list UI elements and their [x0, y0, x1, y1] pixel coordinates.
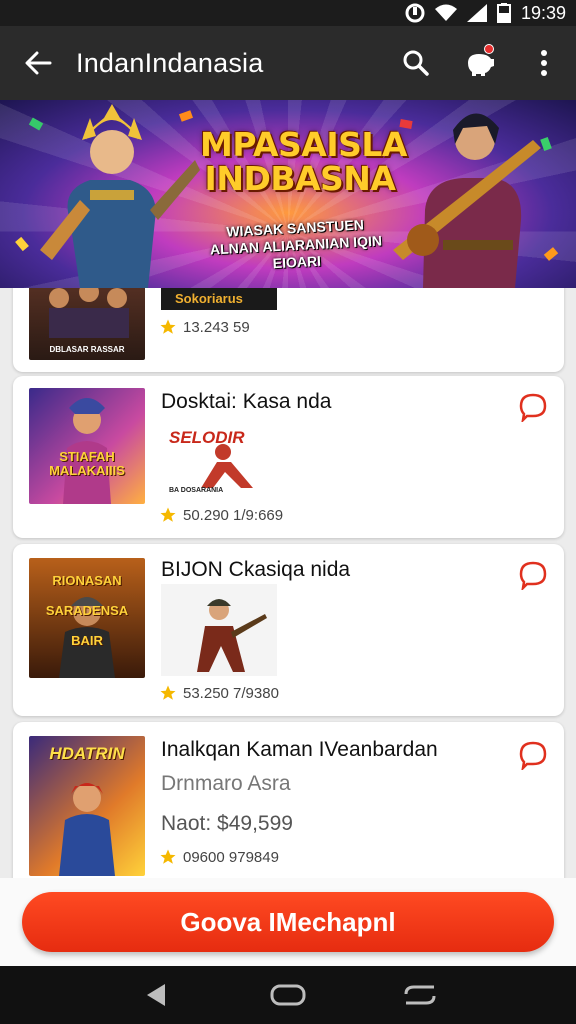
more-vert-icon — [541, 50, 547, 76]
chat-bubble-icon[interactable] — [518, 560, 548, 590]
star-icon — [160, 507, 176, 522]
list-item[interactable]: STIAFAH MALAKAIIIS Dosktai: Kasa nda SEL… — [13, 376, 564, 538]
list-item[interactable]: HDATRIN Inalkqan Kaman IVeanbardan Drnma… — [13, 722, 564, 878]
signal-icon — [466, 4, 487, 22]
banner-tagline: WIASAK SANSTUEN ALNAN ALIARANIAN IQIN EI… — [209, 216, 383, 272]
chat-bubble-icon[interactable] — [518, 740, 548, 770]
primary-cta-button[interactable]: Goova IMechapnl — [22, 892, 554, 952]
thumbnail-art — [63, 398, 111, 504]
list-item[interactable]: DBLASAR RASSAR Sokoriarus 13.243 59 — [13, 288, 564, 372]
nav-back-button[interactable] — [126, 966, 186, 1024]
data-saver-icon — [405, 3, 425, 23]
more-options-button[interactable] — [512, 26, 576, 100]
rating-text: 53.250 7/9380 — [183, 684, 279, 702]
back-arrow-icon — [25, 51, 52, 75]
product-price: Naot: $49,599 — [161, 812, 293, 835]
product-thumbnail[interactable]: RIONASAN SARADENSA BAIR — [29, 558, 145, 678]
product-rating: 09600 979849 — [159, 848, 279, 866]
product-title[interactable]: Inalkqan Kaman IVeanbardan — [161, 738, 438, 762]
chat-bubble-icon[interactable] — [518, 392, 548, 422]
thumbnail-caption: DBLASAR RASSAR — [49, 345, 125, 354]
thumbnail-caption: STIAFAH MALAKAIIIS — [49, 449, 125, 478]
thumbnail-caption: RIONASAN SARADENSA BAIR — [45, 573, 129, 648]
banner-headline: MPASAISLA INDBASNA — [200, 125, 407, 198]
product-thumbnail[interactable]: DBLASAR RASSAR — [29, 288, 145, 360]
search-icon — [403, 50, 429, 76]
savings-button[interactable] — [448, 26, 512, 100]
product-rating: 13.243 59 — [159, 318, 250, 336]
banner-hero-warrior — [40, 104, 200, 288]
nav-recents-icon — [404, 985, 436, 1005]
product-title[interactable]: BIJON Ckasiqa nida — [161, 558, 350, 582]
product-title[interactable]: Dosktai: Kasa nda — [161, 390, 331, 414]
star-icon — [160, 685, 176, 700]
star-icon — [160, 849, 176, 864]
product-thumbnail[interactable]: HDATRIN — [29, 736, 145, 876]
nav-back-icon — [147, 984, 165, 1006]
nav-recents-button[interactable] — [390, 966, 450, 1024]
product-rating: 53.250 7/9380 — [159, 684, 279, 702]
preview-art — [161, 584, 277, 676]
app-bar: IndanIndanasia — [0, 26, 576, 100]
search-button[interactable] — [384, 26, 448, 100]
nav-home-button[interactable] — [258, 966, 318, 1024]
nav-home-icon — [270, 984, 306, 1006]
rating-text: 09600 979849 — [183, 848, 279, 866]
page-title: IndanIndanasia — [76, 47, 264, 78]
banner-hero-guitarist — [393, 113, 541, 288]
rating-text: 13.243 59 — [183, 318, 250, 336]
wifi-icon — [434, 4, 457, 21]
promo-banner[interactable]: MPASAISLA INDBASNA WIASAK SANSTUEN ALNAN… — [0, 100, 576, 288]
rating-text: 50.290 1/9:669 — [183, 506, 284, 524]
preview-footer: BA DOSARANIA — [169, 487, 224, 494]
system-nav-bar — [0, 966, 576, 1024]
product-rating: 50.290 1/9:669 — [159, 506, 283, 524]
product-preview[interactable]: Sokoriarus — [161, 288, 277, 310]
status-bar: 19:39 — [0, 0, 576, 26]
product-thumbnail[interactable]: STIAFAH MALAKAIIIS — [29, 388, 145, 504]
battery-icon — [496, 3, 511, 23]
product-preview[interactable]: SELODIR BA DOSARANIA — [161, 422, 277, 496]
thumbnail-caption: HDATRIN — [49, 744, 125, 763]
back-button[interactable] — [0, 26, 76, 100]
product-preview[interactable] — [161, 584, 277, 676]
preview-caption: Sokoriarus — [175, 291, 243, 306]
preview-caption: SELODIR — [169, 428, 245, 447]
cta-container: Goova IMechapnl — [0, 878, 576, 966]
status-time: 19:39 — [520, 2, 566, 23]
product-subtitle: Drnmaro Asra — [161, 772, 291, 795]
product-list[interactable]: DBLASAR RASSAR Sokoriarus 13.243 59 STIA… — [0, 288, 576, 878]
list-item[interactable]: RIONASAN SARADENSA BAIR BIJON Ckasiqa ni… — [13, 544, 564, 716]
notification-badge — [484, 44, 494, 54]
star-icon — [160, 319, 176, 334]
